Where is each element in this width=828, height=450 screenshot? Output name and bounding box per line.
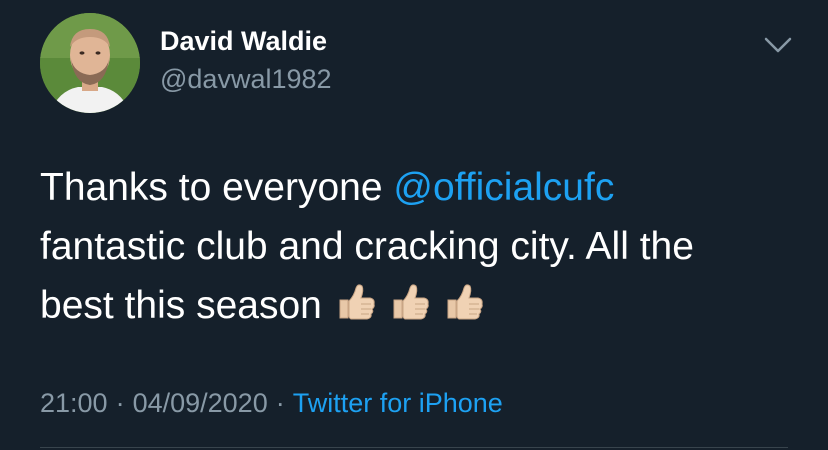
tweet-text-line-3: best this season bbox=[40, 276, 800, 341]
thumbs-up-emoji-icon bbox=[388, 280, 432, 324]
tweet-card: David Waldie @davwal1982 Thanks to every… bbox=[0, 0, 828, 450]
author-handle[interactable]: @davwal1982 bbox=[160, 64, 332, 95]
avatar[interactable] bbox=[40, 13, 140, 113]
tweet-text-segment: best this season bbox=[40, 284, 322, 327]
tweet-text-line-1: Thanks to everyone @officialcufc bbox=[40, 158, 800, 217]
chevron-down-icon[interactable] bbox=[762, 28, 794, 60]
thumbs-up-emoji-icon bbox=[334, 280, 378, 324]
thumbs-up-emoji-icon bbox=[442, 280, 486, 324]
emoji-group bbox=[334, 280, 496, 341]
meta-separator: · bbox=[275, 388, 285, 418]
tweet-text-segment: Thanks to everyone bbox=[40, 166, 394, 209]
mention-link[interactable]: @officialcufc bbox=[393, 166, 614, 209]
tweet-text-line-2: fantastic club and cracking city. All th… bbox=[40, 225, 694, 268]
tweet-text: Thanks to everyone @officialcufc fantast… bbox=[40, 158, 800, 341]
tweet-source-link[interactable]: Twitter for iPhone bbox=[293, 388, 503, 418]
tweet-date[interactable]: 04/09/2020 bbox=[133, 388, 268, 418]
profile-photo-icon bbox=[40, 13, 140, 113]
tweet-meta: 21:00 · 04/09/2020 · Twitter for iPhone bbox=[40, 388, 503, 419]
tweet-time[interactable]: 21:00 bbox=[40, 388, 108, 418]
meta-separator: · bbox=[115, 388, 125, 418]
author-display-name[interactable]: David Waldie bbox=[160, 26, 327, 57]
divider bbox=[40, 447, 788, 448]
